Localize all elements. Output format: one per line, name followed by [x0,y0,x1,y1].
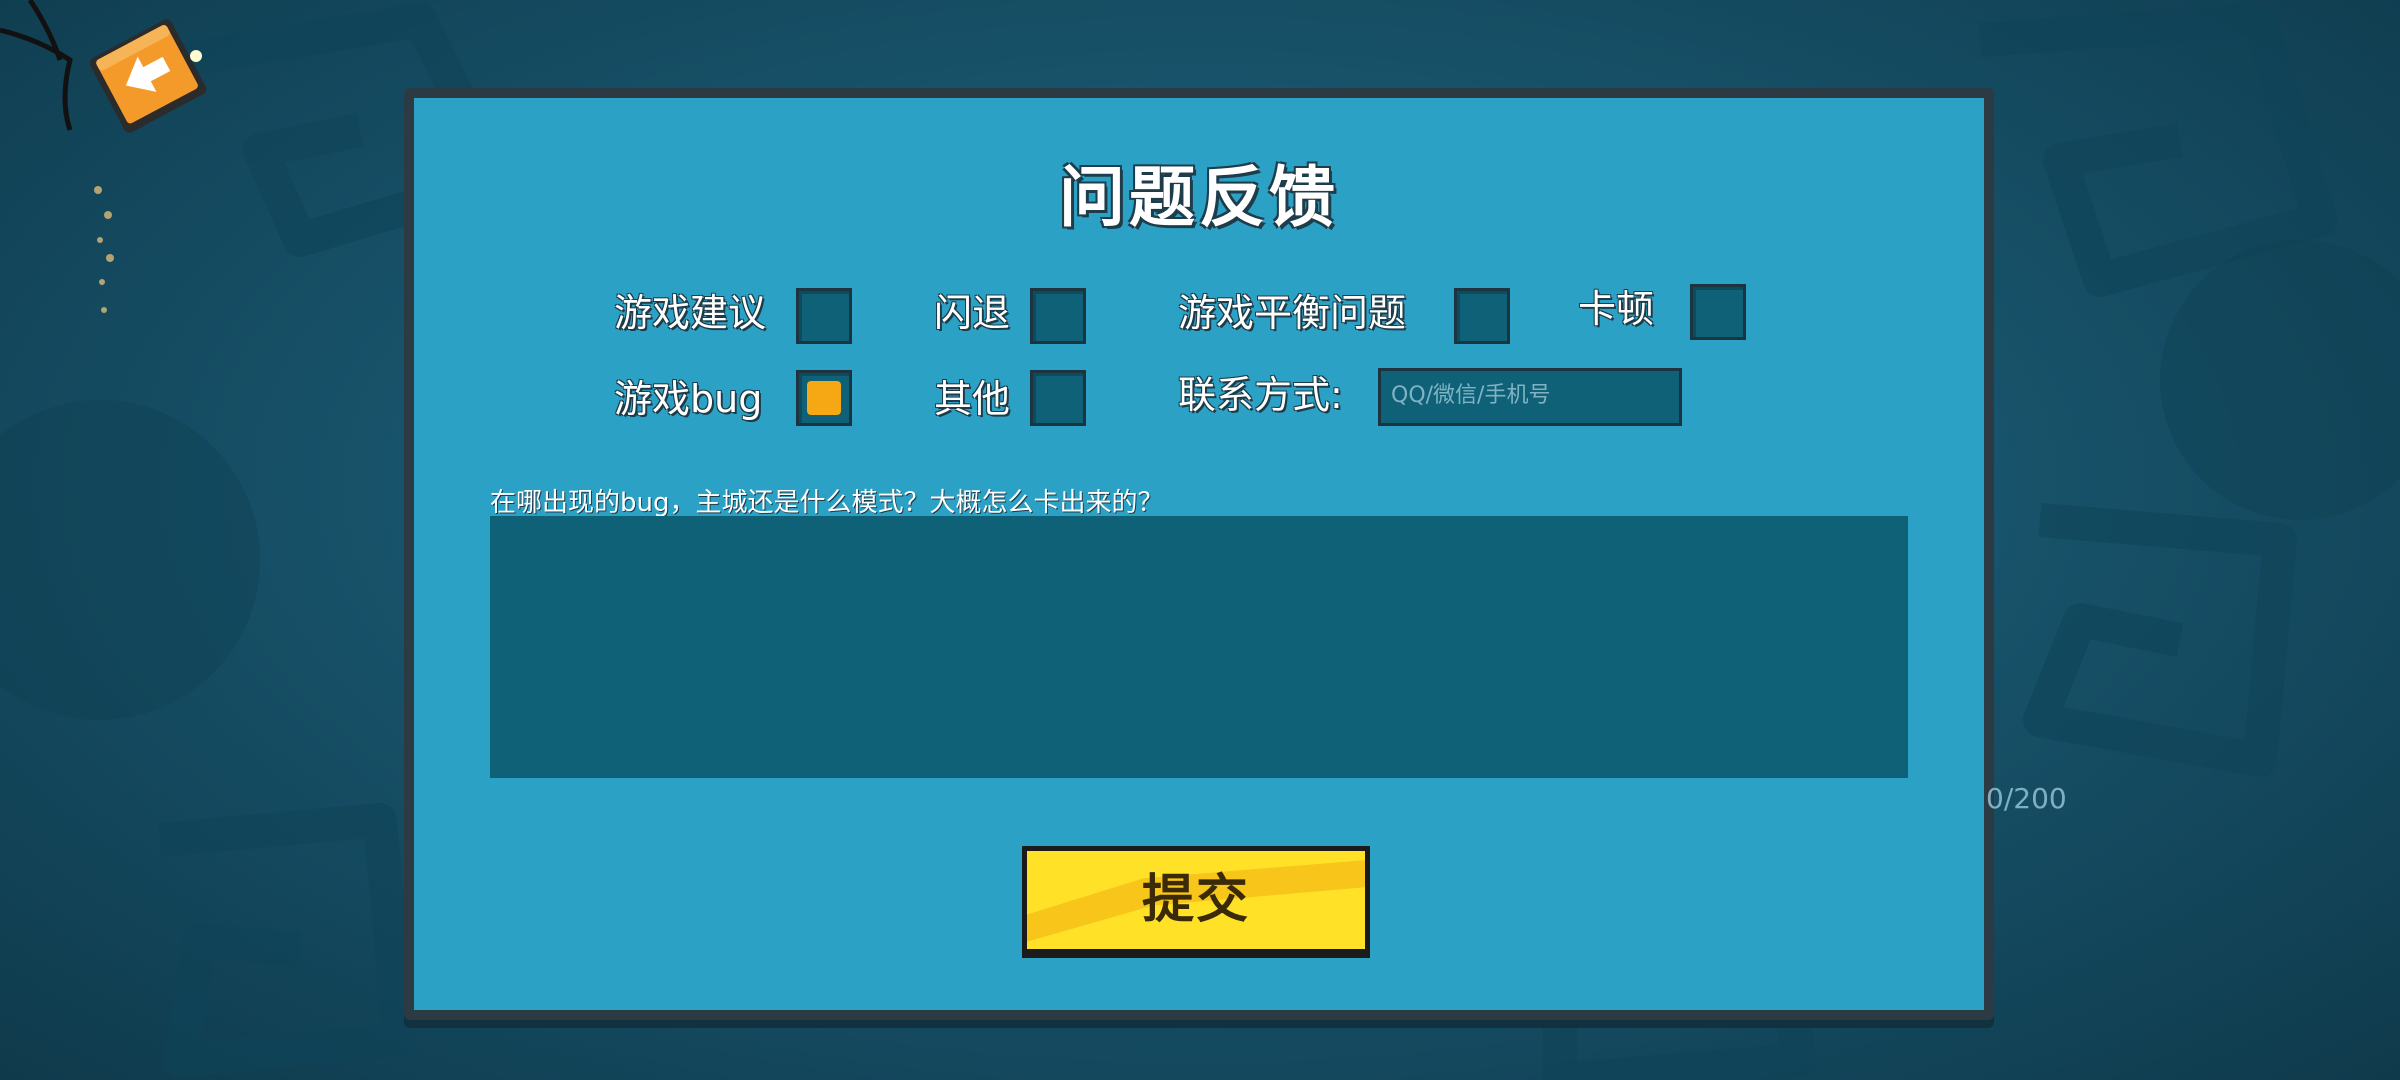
feedback-panel: 问题反馈 游戏建议 闪退 游戏平衡问题 卡顿 游戏bug 其他 联系方式: QQ… [404,88,1994,1020]
checkbox-crash[interactable] [1030,288,1086,344]
option-label-bug: 游戏bug [614,377,763,421]
feedback-screen: 问题反馈 游戏建议 闪退 游戏平衡问题 卡顿 游戏bug 其他 联系方式: QQ… [0,0,2400,1080]
checked-mark [807,381,841,415]
option-label-lag: 卡顿 [1578,287,1655,331]
back-button[interactable] [84,12,212,140]
option-label-other: 其他 [934,377,1011,421]
checkbox-bug[interactable] [796,370,852,426]
option-label-suggestion: 游戏建议 [614,291,767,335]
checkbox-lag[interactable] [1690,284,1746,340]
contact-input[interactable]: QQ/微信/手机号 [1378,368,1682,426]
option-label-balance: 游戏平衡问题 [1178,291,1407,335]
panel-title: 问题反馈 [1059,159,1339,236]
feedback-textarea[interactable] [490,516,1908,778]
contact-label: 联系方式: [1178,373,1343,417]
option-label-crash: 闪退 [934,291,1011,335]
checkbox-other[interactable] [1030,370,1086,426]
submit-label: 提交 [1141,870,1250,930]
feedback-prompt: 在哪出现的bug，主城还是什么模式？大概怎么卡出来的？ [490,488,1164,518]
checkbox-suggestion[interactable] [796,288,852,344]
back-arrow-icon [89,19,207,133]
checkbox-balance[interactable] [1454,288,1510,344]
submit-button[interactable]: 提交 [1022,846,1370,954]
char-counter: 0/200 [1986,782,2067,815]
